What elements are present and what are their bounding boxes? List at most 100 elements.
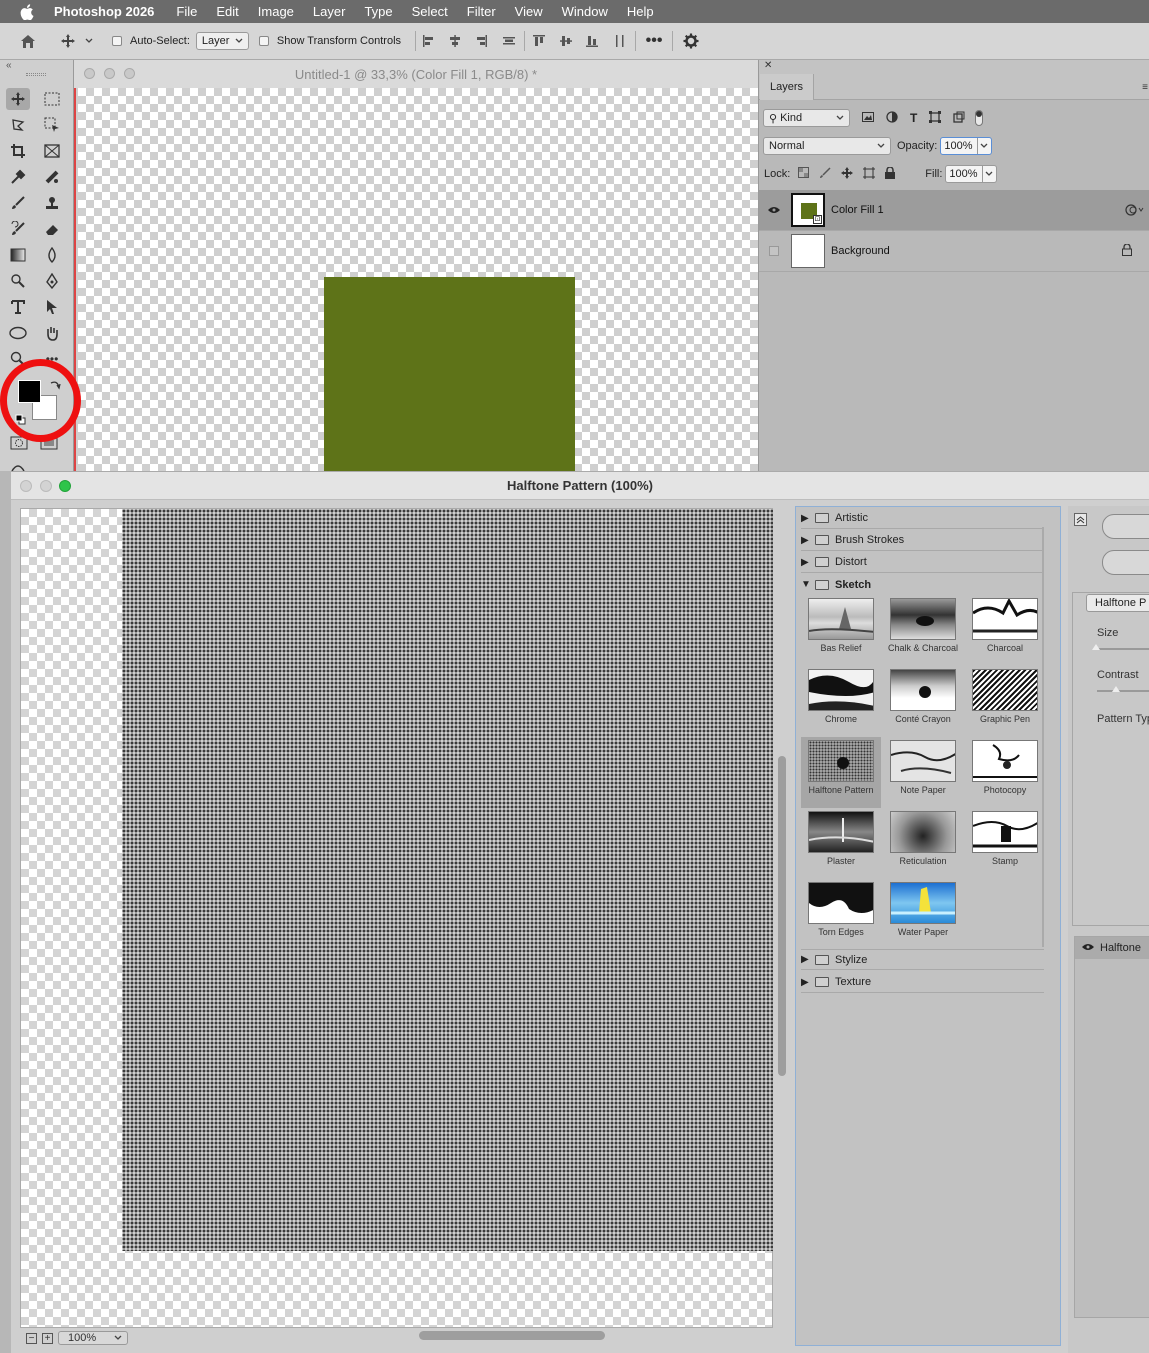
move-tool-icon[interactable] <box>56 33 80 49</box>
category-distort[interactable]: ▶ Distort <box>801 552 1044 573</box>
hand-tool-icon[interactable] <box>40 322 64 344</box>
filter-kind-dropdown[interactable]: ⚲ Kind <box>763 109 850 127</box>
filter-toggle-switch[interactable] <box>975 110 984 126</box>
minimize-document-button[interactable] <box>104 68 115 79</box>
zoom-out-button[interactable]: − <box>26 1332 37 1344</box>
preview-vertical-scrollbar[interactable] <box>776 508 788 1328</box>
layer-name[interactable]: Background <box>831 245 890 257</box>
chevron-down-icon[interactable] <box>80 38 98 44</box>
align-right-icon[interactable] <box>468 34 494 48</box>
type-filter-icon[interactable]: T <box>910 111 917 125</box>
filter-stamp[interactable]: Stamp <box>965 808 1045 879</box>
menu-filter[interactable]: Filter <box>467 4 496 19</box>
collapse-icon[interactable]: « <box>6 60 12 71</box>
panel-grip[interactable] <box>26 73 46 76</box>
filter-reticulation[interactable]: Reticulation <box>883 808 963 879</box>
gradient-tool-icon[interactable] <box>6 244 30 266</box>
effect-layer-row[interactable]: Halftone <box>1075 937 1149 959</box>
chevron-down-icon[interactable] <box>977 138 990 154</box>
close-panel-icon[interactable]: ✕ <box>764 60 772 71</box>
filter-torn-edges[interactable]: Torn Edges <box>801 879 881 950</box>
align-top-icon[interactable] <box>525 34 553 48</box>
apple-icon[interactable] <box>0 0 54 23</box>
healing-brush-tool-icon[interactable] <box>40 166 64 188</box>
distribute-vertical-icon[interactable] <box>494 34 524 48</box>
ok-button[interactable] <box>1102 514 1149 539</box>
gallery-scrollbar[interactable] <box>1042 527 1044 947</box>
filter-charcoal[interactable]: Charcoal <box>965 595 1045 666</box>
fill-field[interactable]: 100% <box>945 165 998 183</box>
eyedropper-tool-icon[interactable] <box>6 166 30 188</box>
gear-icon[interactable] <box>673 33 709 49</box>
scroll-thumb[interactable] <box>778 756 786 1076</box>
filter-graphic-pen[interactable]: Graphic Pen <box>965 666 1045 737</box>
menu-window[interactable]: Window <box>562 4 608 19</box>
cancel-button[interactable] <box>1102 550 1149 575</box>
zoom-in-button[interactable]: + <box>42 1332 53 1344</box>
document-title-bar[interactable]: Untitled-1 @ 33,3% (Color Fill 1, RGB/8)… <box>74 60 758 88</box>
frame-tool-icon[interactable] <box>40 140 64 162</box>
opacity-field[interactable]: 100% <box>940 137 993 155</box>
foreground-color-swatch[interactable] <box>18 380 41 403</box>
menu-layer[interactable]: Layer <box>313 4 346 19</box>
auto-select-dropdown[interactable]: Layer <box>195 32 249 50</box>
smart-object-filter-icon[interactable] <box>953 111 965 126</box>
ellipse-tool-icon[interactable] <box>6 322 30 344</box>
eye-icon[interactable] <box>1082 942 1094 954</box>
collapse-gallery-icon[interactable] <box>1074 513 1087 526</box>
pixel-filter-icon[interactable] <box>862 111 874 125</box>
contrast-slider[interactable] <box>1097 690 1149 692</box>
eye-icon[interactable] <box>759 206 789 214</box>
lock-artboard-icon[interactable] <box>863 166 876 182</box>
adjustment-filter-icon[interactable] <box>886 110 898 126</box>
lock-position-icon[interactable] <box>841 166 854 182</box>
chevron-down-icon[interactable] <box>982 166 995 182</box>
category-sketch[interactable]: ▼ Sketch <box>801 574 1044 595</box>
size-slider-knob[interactable] <box>1092 644 1100 650</box>
zoom-dropdown[interactable]: 100% <box>58 1331 128 1345</box>
shape-filter-icon[interactable] <box>929 110 942 126</box>
minimize-dialog-button[interactable] <box>40 480 52 492</box>
contrast-slider-knob[interactable] <box>1112 686 1120 692</box>
menu-help[interactable]: Help <box>627 4 654 19</box>
preview-horizontal-scroll-thumb[interactable] <box>419 1331 605 1340</box>
size-slider[interactable] <box>1097 648 1149 650</box>
lasso-tool-icon[interactable] <box>6 114 30 136</box>
panel-menu-icon[interactable]: ≡ <box>1142 82 1148 93</box>
category-brush-strokes[interactable]: ▶ Brush Strokes <box>801 530 1044 551</box>
move-tool-icon[interactable] <box>6 88 30 110</box>
category-stylize[interactable]: ▶ Stylize <box>801 949 1044 970</box>
dialog-title-bar[interactable]: Halftone Pattern (100%) <box>11 472 1149 500</box>
history-brush-tool-icon[interactable] <box>6 218 30 240</box>
lock-pixels-icon[interactable] <box>819 166 831 182</box>
type-tool-icon[interactable] <box>6 296 30 318</box>
filter-chalk-charcoal[interactable]: Chalk & Charcoal <box>883 595 963 666</box>
menu-type[interactable]: Type <box>364 4 392 19</box>
lock-transparent-icon[interactable] <box>798 167 810 181</box>
layer-row-color-fill-1[interactable]: ⊡ Color Fill 1 <box>759 190 1149 231</box>
dodge-tool-icon[interactable] <box>6 270 30 292</box>
filter-water-paper[interactable]: Water Paper <box>883 879 963 950</box>
more-options-icon[interactable]: ••• <box>636 32 672 50</box>
menu-select[interactable]: Select <box>412 4 448 19</box>
visibility-toggle[interactable] <box>759 246 789 256</box>
align-middle-icon[interactable] <box>553 34 579 48</box>
filter-photocopy[interactable]: Photocopy <box>965 737 1045 808</box>
align-bottom-icon[interactable] <box>579 34 605 48</box>
path-selection-tool-icon[interactable] <box>40 296 64 318</box>
marquee-tool-icon[interactable] <box>40 88 64 110</box>
close-document-button[interactable] <box>84 68 95 79</box>
filter-conte-crayon[interactable]: Conté Crayon <box>883 666 963 737</box>
blur-tool-icon[interactable] <box>40 244 64 266</box>
eraser-tool-icon[interactable] <box>40 218 64 240</box>
menu-image[interactable]: Image <box>258 4 294 19</box>
crop-tool-icon[interactable] <box>6 140 30 162</box>
filter-bas-relief[interactable]: Bas Relief <box>801 595 881 666</box>
menu-file[interactable]: File <box>176 4 197 19</box>
category-artistic[interactable]: ▶ Artistic <box>801 508 1044 529</box>
menu-view[interactable]: View <box>515 4 543 19</box>
category-texture[interactable]: ▶ Texture <box>801 972 1044 993</box>
document-canvas[interactable] <box>78 88 758 471</box>
show-transform-checkbox[interactable] <box>258 36 269 46</box>
stamp-tool-icon[interactable] <box>40 192 64 214</box>
